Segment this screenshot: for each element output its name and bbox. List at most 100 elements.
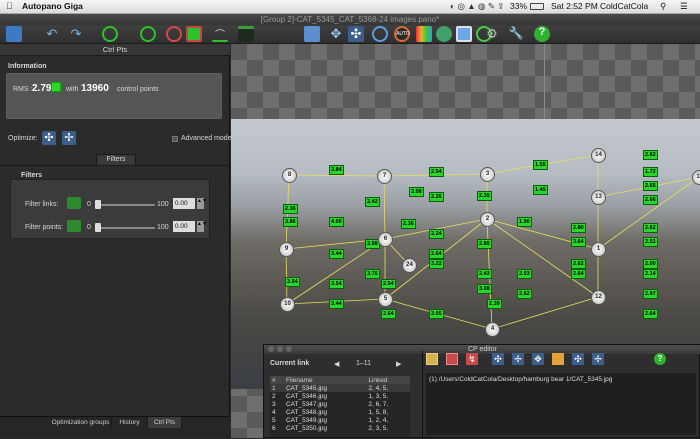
auto-icon[interactable]: AUTO bbox=[394, 26, 410, 42]
advanced-mode-checkbox[interactable] bbox=[172, 136, 178, 142]
zoom-button[interactable] bbox=[286, 346, 292, 352]
filter-points-slider[interactable] bbox=[95, 227, 155, 229]
col-num[interactable]: # bbox=[270, 376, 284, 384]
move-icon[interactable]: ✥ bbox=[328, 26, 344, 42]
table-row[interactable]: 1 CAT_5345.jpg 2, 4, 5, bbox=[270, 384, 410, 392]
cp-marker[interactable]: 3.54 bbox=[329, 279, 344, 289]
filter-points-stepper[interactable]: ▲▼ bbox=[197, 221, 207, 232]
cp-marker[interactable]: 2.42 bbox=[365, 197, 380, 207]
center-icon[interactable] bbox=[372, 26, 388, 42]
image-node[interactable]: 3 bbox=[480, 167, 495, 182]
image-node[interactable]: 6 bbox=[378, 232, 393, 247]
menubar-clock[interactable]: Sat 2:52 PM bbox=[551, 1, 598, 11]
cp-marker[interactable]: 3.22 bbox=[429, 259, 444, 269]
cp-tool-7-icon[interactable] bbox=[552, 353, 564, 365]
cp-marker[interactable]: 4.00 bbox=[329, 217, 344, 227]
cp-marker[interactable]: 2.64 bbox=[643, 309, 658, 319]
image-node[interactable]: 24 bbox=[402, 258, 417, 273]
cp-marker[interactable]: 2.43 bbox=[477, 269, 492, 279]
cp-marker[interactable]: 3.08 bbox=[409, 187, 424, 197]
filter-links-value[interactable]: 0.00 bbox=[173, 198, 195, 209]
crosshair-remove-icon[interactable] bbox=[166, 26, 182, 42]
image-preview-pane[interactable]: (1) /Users/ColdCatCola/Desktop/hamburg b… bbox=[426, 373, 696, 435]
cp-marker[interactable]: 3.44 bbox=[329, 299, 344, 309]
filter-links-slider[interactable] bbox=[95, 204, 155, 206]
tab-history[interactable]: History bbox=[112, 417, 148, 428]
image-node[interactable]: 13 bbox=[591, 190, 606, 205]
image-node[interactable]: 9 bbox=[279, 242, 294, 257]
cp-marker[interactable]: 1.72 bbox=[643, 167, 658, 177]
cp-marker[interactable]: 2.26 bbox=[429, 192, 444, 202]
cp-marker[interactable]: 3.05 bbox=[429, 309, 444, 319]
cp-help-icon[interactable]: ? bbox=[654, 353, 666, 365]
cp-marker[interactable]: 3.64 bbox=[571, 237, 586, 247]
filter-links-handle[interactable] bbox=[95, 200, 101, 209]
color-anchor-icon[interactable] bbox=[186, 26, 202, 42]
filter-points-handle[interactable] bbox=[95, 223, 101, 232]
apple-menu-icon[interactable]:  bbox=[6, 1, 13, 11]
layers-icon[interactable] bbox=[436, 26, 452, 42]
cp-tool-6-icon[interactable]: ✥ bbox=[532, 353, 544, 365]
cp-marker[interactable]: 2.51 bbox=[643, 237, 658, 247]
col-linked[interactable]: Linked bbox=[366, 376, 410, 384]
optimize-icon[interactable]: ✣ bbox=[42, 131, 56, 145]
table-row[interactable]: 2 CAT_5346.jpg 1, 3, 5, bbox=[270, 392, 410, 400]
battery-status[interactable]: 33% bbox=[510, 1, 527, 11]
crosshair-add-icon[interactable] bbox=[140, 26, 156, 42]
cp-marker[interactable]: 2.62 bbox=[571, 259, 586, 269]
table-row[interactable]: 3 CAT_5347.jpg 2, 6, 7, bbox=[270, 400, 410, 408]
color-icon[interactable] bbox=[416, 26, 432, 42]
table-row[interactable]: 6 CAT_5350.jpg 2, 3, 5, bbox=[270, 424, 410, 432]
cp-marker[interactable]: 2.00 bbox=[643, 259, 658, 269]
image-node[interactable]: 14 bbox=[591, 148, 606, 163]
cp-tool-1-icon[interactable] bbox=[426, 353, 438, 365]
close-button[interactable] bbox=[268, 346, 274, 352]
image-node[interactable]: 8 bbox=[282, 168, 297, 183]
cp-marker[interactable]: 2.64 bbox=[381, 309, 396, 319]
cp-tool-2-icon[interactable] bbox=[446, 353, 458, 365]
layout-icon[interactable] bbox=[6, 26, 22, 42]
image-node[interactable]: 1 bbox=[591, 242, 606, 257]
menubar-user[interactable]: ColdCatCola bbox=[600, 1, 648, 11]
cp-marker[interactable]: 2.36 bbox=[401, 219, 416, 229]
cp-marker[interactable]: 2.97 bbox=[643, 289, 658, 299]
cp-marker[interactable]: 2.39 bbox=[487, 299, 502, 309]
cp-marker[interactable]: 1.90 bbox=[517, 217, 532, 227]
cp-marker[interactable]: 2.80 bbox=[571, 223, 586, 233]
cp-marker[interactable]: 2.64 bbox=[571, 269, 586, 279]
cp-marker[interactable]: 1.45 bbox=[533, 185, 548, 195]
cp-tool-3-icon[interactable]: ↯ bbox=[466, 353, 478, 365]
image-node[interactable]: 7 bbox=[377, 169, 392, 184]
cp-tool-8-icon[interactable]: ✣ bbox=[572, 353, 584, 365]
cp-marker[interactable]: 2.66 bbox=[643, 195, 658, 205]
cp-marker[interactable]: 2.85 bbox=[477, 239, 492, 249]
cp-marker[interactable]: 2.36 bbox=[283, 204, 298, 214]
redo-icon[interactable]: ↷ bbox=[68, 26, 84, 42]
table-row[interactable]: 5 CAT_5349.jpg 1, 2, 4, bbox=[270, 416, 410, 424]
spotlight-icon[interactable]: ⚲ bbox=[660, 1, 666, 12]
cp-marker[interactable]: 2.64 bbox=[429, 249, 444, 259]
cp-marker[interactable]: 2.62 bbox=[643, 150, 658, 160]
app-name-menu[interactable]: Autopano Giga bbox=[22, 1, 83, 11]
cp-marker[interactable]: 2.35 bbox=[477, 191, 492, 201]
filter-points-value[interactable]: 0.00 bbox=[173, 221, 195, 232]
tab-optimization-groups[interactable]: Optimization groups bbox=[50, 417, 112, 428]
cp-marker[interactable]: 3.08 bbox=[477, 284, 492, 294]
optimize-advanced-icon[interactable]: ✢ bbox=[62, 131, 76, 145]
tab-filters[interactable]: Filters bbox=[96, 154, 136, 166]
gear-icon[interactable]: ⚙ bbox=[484, 26, 500, 42]
square-icon[interactable] bbox=[456, 26, 472, 42]
cp-marker[interactable]: 3.76 bbox=[365, 269, 380, 279]
cp-tool-9-icon[interactable]: ✢ bbox=[592, 353, 604, 365]
split-view-icon[interactable] bbox=[304, 26, 320, 42]
image-node[interactable]: 2 bbox=[480, 212, 495, 227]
image-node[interactable]: 11 bbox=[692, 170, 700, 185]
cp-tool-5-icon[interactable]: ✢ bbox=[512, 353, 524, 365]
cp-marker[interactable]: 2.62 bbox=[643, 223, 658, 233]
prev-link-button[interactable]: ◀ bbox=[334, 360, 339, 368]
cp-marker[interactable]: 2.14 bbox=[643, 269, 658, 279]
image-node[interactable]: 5 bbox=[378, 292, 393, 307]
image-node[interactable]: 4 bbox=[485, 322, 500, 337]
filter-links-stepper[interactable]: ▲▼ bbox=[197, 198, 207, 209]
cp-marker[interactable]: 3.54 bbox=[285, 277, 300, 287]
